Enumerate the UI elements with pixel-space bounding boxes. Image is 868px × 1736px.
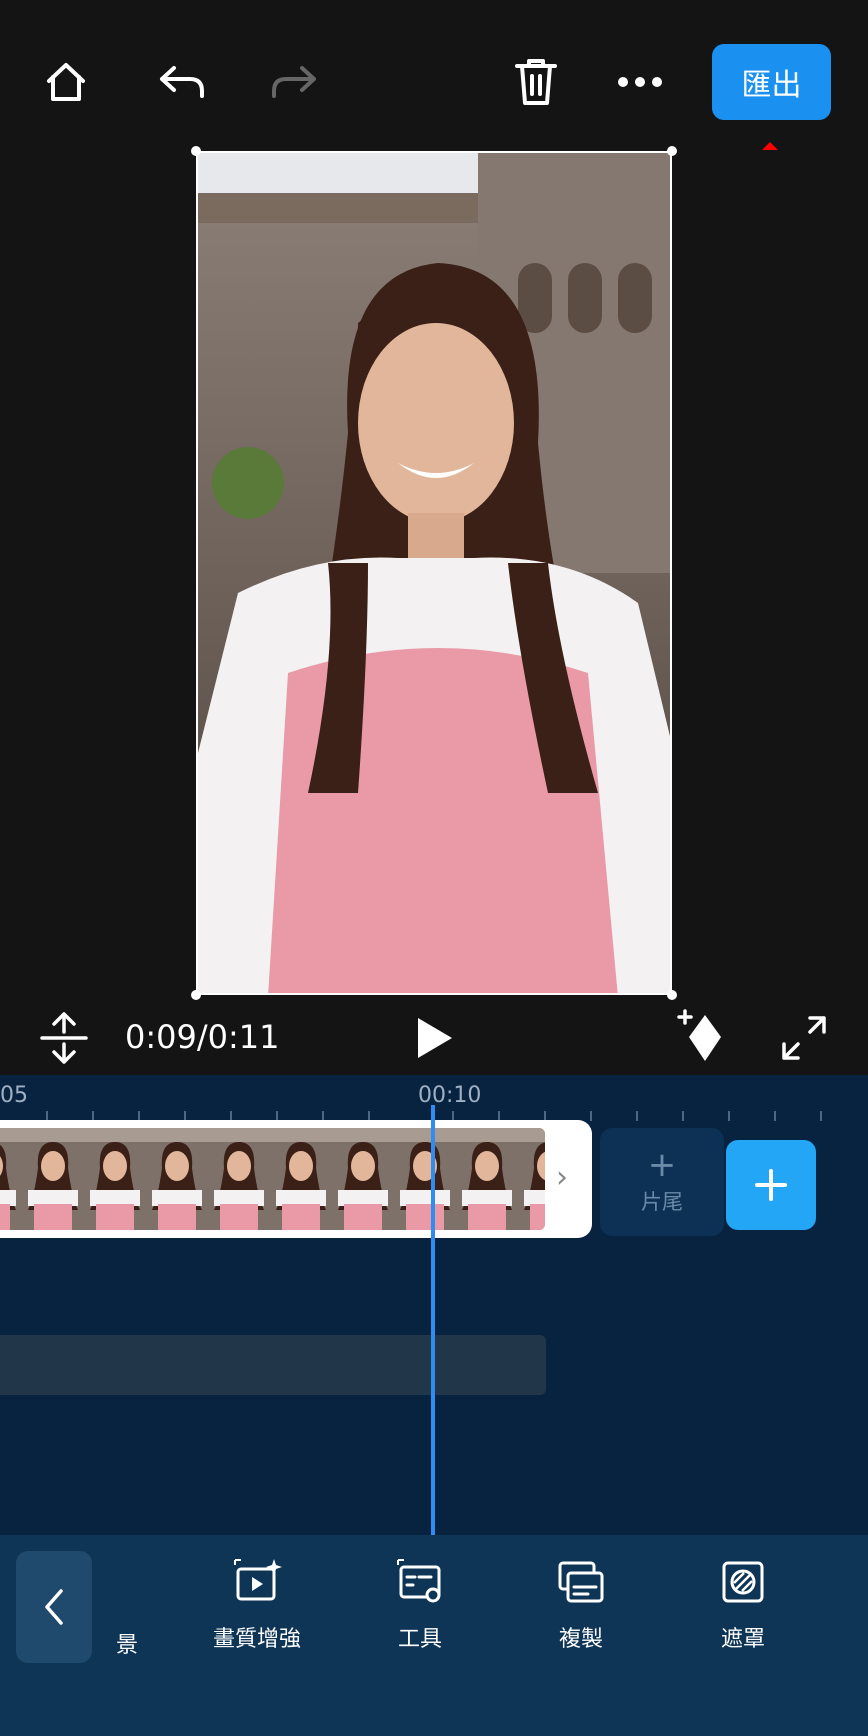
- tool-tools[interactable]: 工具: [355, 1557, 485, 1653]
- ruler-tick: [636, 1111, 638, 1121]
- tool-label: 遮罩: [720, 1627, 765, 1652]
- video-frame-image: [198, 153, 670, 993]
- timeline[interactable]: 05 00:10 › + 片尾: [0, 1075, 868, 1535]
- enhance-icon: [234, 1559, 282, 1601]
- ruler-label: 05: [0, 1083, 28, 1108]
- top-toolbar: 匯出: [0, 0, 868, 150]
- ruler-tick: [682, 1111, 684, 1121]
- add-clip-button[interactable]: [726, 1140, 816, 1230]
- ruler-tick: [728, 1111, 730, 1121]
- undo-icon[interactable]: [152, 52, 212, 112]
- trash-icon[interactable]: [506, 52, 566, 112]
- add-ending-button[interactable]: + 片尾: [600, 1128, 724, 1236]
- keyframe-icon[interactable]: [672, 1006, 732, 1066]
- playback-timecode: 0:09/0:11: [125, 1018, 280, 1056]
- playhead[interactable]: [431, 1105, 435, 1535]
- back-button[interactable]: [16, 1551, 92, 1663]
- ending-label: 片尾: [641, 1190, 683, 1214]
- export-button[interactable]: 匯出: [712, 44, 831, 120]
- home-icon[interactable]: [36, 52, 96, 112]
- chevron-left-icon: [45, 1589, 63, 1625]
- ruler-tick: [590, 1111, 592, 1121]
- tool-label: 工具: [397, 1627, 442, 1652]
- plus-icon: +: [647, 1145, 677, 1185]
- play-icon[interactable]: [404, 1008, 464, 1068]
- track-height-icon[interactable]: [34, 1008, 94, 1068]
- video-preview[interactable]: [196, 151, 672, 995]
- tool-label: 畫質增強: [212, 1627, 301, 1652]
- tool-enhance[interactable]: 畫質增強: [192, 1557, 322, 1653]
- fullscreen-icon[interactable]: [774, 1008, 834, 1068]
- bottom-toolbar: 景 畫質增強 工具 複製 遮罩: [0, 1535, 868, 1736]
- tool-label-partial[interactable]: 景: [116, 1627, 138, 1659]
- more-options-icon[interactable]: [610, 52, 670, 112]
- crop-handle[interactable]: [191, 146, 201, 156]
- tool-label: 複製: [558, 1627, 603, 1652]
- clip-trim-handle-icon[interactable]: ›: [556, 1160, 568, 1195]
- tool-mask[interactable]: 遮罩: [678, 1557, 808, 1653]
- ruler-tick: [774, 1111, 776, 1121]
- mask-icon: [722, 1561, 764, 1603]
- duplicate-icon: [558, 1561, 604, 1603]
- crop-handle[interactable]: [667, 146, 677, 156]
- tool-duplicate[interactable]: 複製: [516, 1557, 646, 1653]
- playback-bar: 0:09/0:11: [0, 1000, 868, 1075]
- video-clip[interactable]: ›: [0, 1120, 592, 1238]
- crop-handle[interactable]: [191, 990, 201, 1000]
- audio-track[interactable]: [0, 1335, 546, 1395]
- clip-thumbnail-strip: [0, 1128, 545, 1230]
- ruler-tick: [820, 1111, 822, 1121]
- tools-icon: [397, 1559, 441, 1603]
- redo-icon[interactable]: [264, 52, 324, 112]
- ruler-label: 00:10: [418, 1083, 482, 1108]
- clip-thumbnails: [0, 1128, 545, 1230]
- plus-icon: [755, 1169, 787, 1201]
- crop-handle[interactable]: [667, 990, 677, 1000]
